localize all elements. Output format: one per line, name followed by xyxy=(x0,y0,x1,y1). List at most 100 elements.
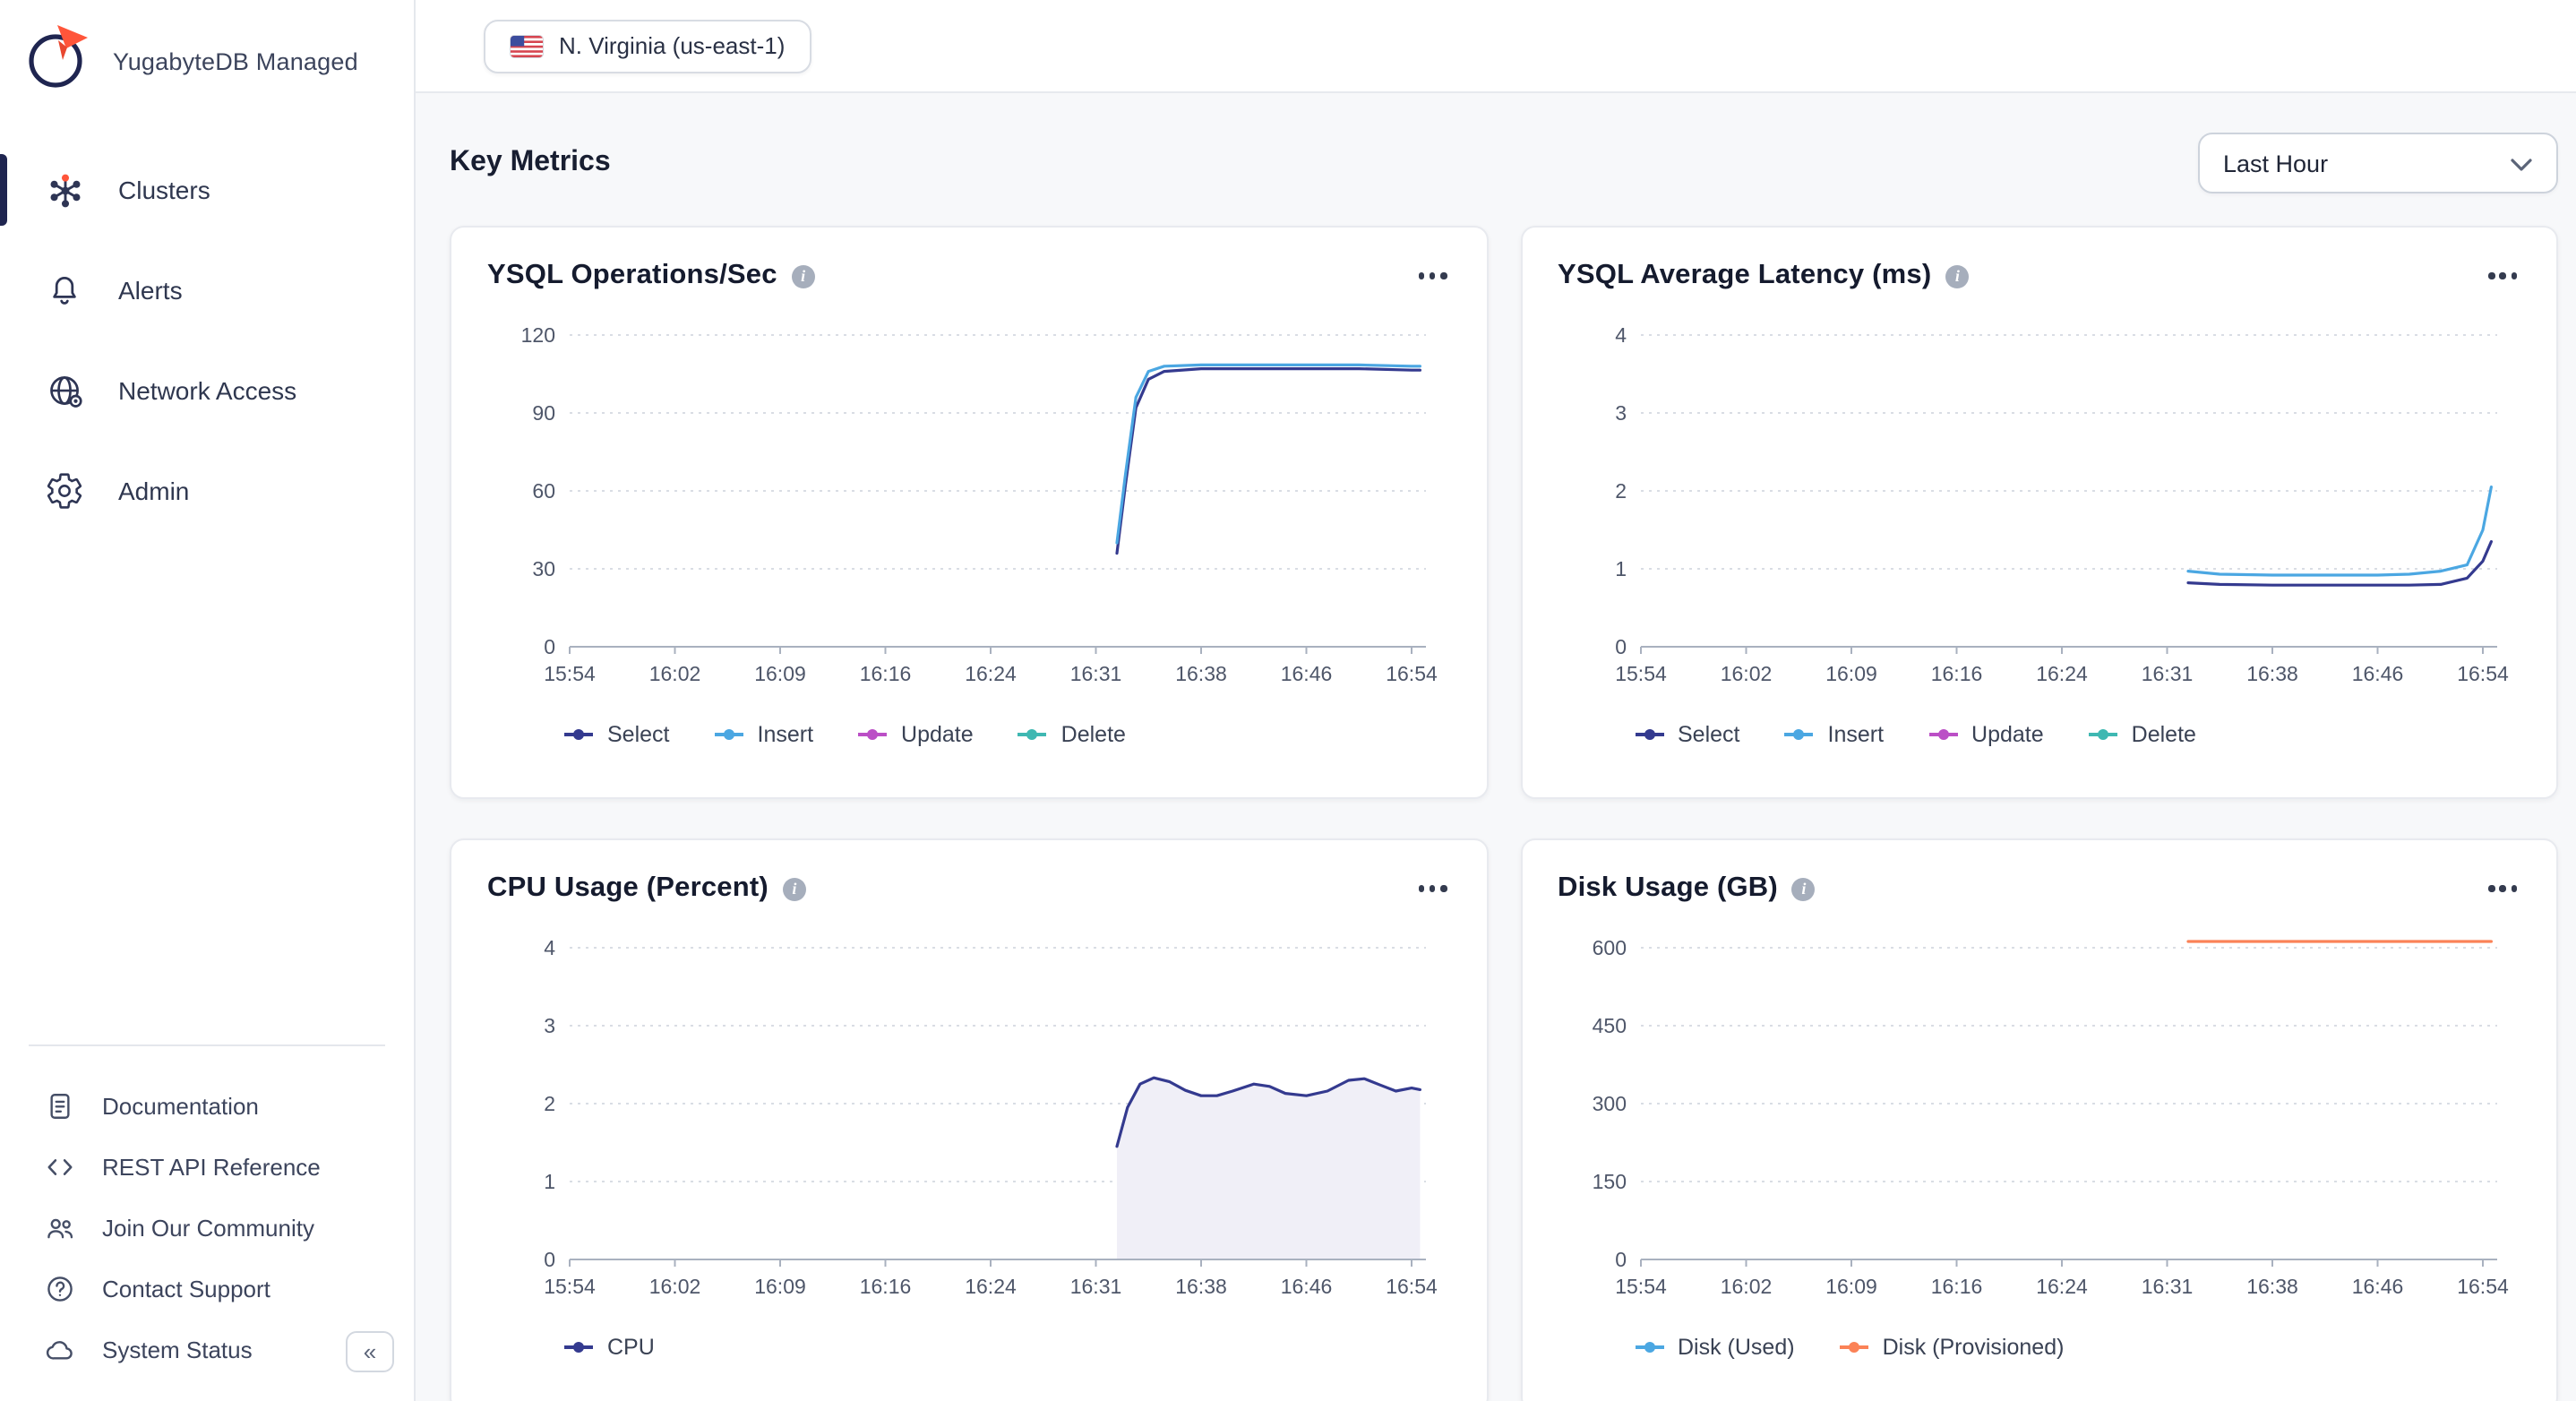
svg-text:16:31: 16:31 xyxy=(1070,662,1122,685)
footer-link-support[interactable]: Contact Support xyxy=(0,1258,414,1319)
svg-text:16:54: 16:54 xyxy=(2456,662,2508,685)
svg-text:16:46: 16:46 xyxy=(1281,1275,1333,1298)
chart-card-ysql-operations: YSQL Operations/Sec 030609012015:5416:02… xyxy=(450,226,1488,799)
legend-item: CPU xyxy=(562,1335,655,1360)
svg-text:15:54: 15:54 xyxy=(1614,1275,1666,1298)
svg-text:3: 3 xyxy=(544,1014,555,1037)
kebab-menu-icon[interactable] xyxy=(2480,264,2520,288)
sidebar-item-label: Clusters xyxy=(118,176,210,204)
svg-text:150: 150 xyxy=(1592,1170,1626,1193)
chart-plot: 015030045060015:5416:0216:0916:1616:2416… xyxy=(1558,933,2520,1313)
footer-link-documentation[interactable]: Documentation xyxy=(0,1075,414,1136)
chart-legend: SelectInsertUpdateDelete xyxy=(1558,722,2520,747)
legend-label: Update xyxy=(901,722,974,747)
legend-label: Disk (Provisioned) xyxy=(1883,1335,2065,1360)
kebab-menu-icon[interactable] xyxy=(1410,877,1450,901)
sidebar-item-label: Network Access xyxy=(118,376,296,405)
svg-text:0: 0 xyxy=(1614,1248,1626,1271)
community-icon xyxy=(43,1210,77,1244)
svg-text:16:09: 16:09 xyxy=(1825,1275,1876,1298)
svg-text:15:54: 15:54 xyxy=(1614,662,1666,685)
footer-link-label: Join Our Community xyxy=(102,1214,314,1241)
legend-label: Select xyxy=(607,722,670,747)
footer-link-community[interactable]: Join Our Community xyxy=(0,1197,414,1258)
svg-text:16:16: 16:16 xyxy=(1930,662,1982,685)
legend-marker-icon xyxy=(562,1338,595,1356)
sidebar-collapse-button[interactable] xyxy=(346,1331,394,1372)
page-content: Key Metrics Last Hour YSQL Operations/Se… xyxy=(416,93,2576,1401)
legend-item: Insert xyxy=(713,722,814,747)
sidebar-item-label: Admin xyxy=(118,477,189,505)
help-circle-icon xyxy=(43,1271,77,1305)
chart-legend: CPU xyxy=(487,1335,1450,1360)
svg-text:300: 300 xyxy=(1592,1092,1626,1115)
svg-text:16:02: 16:02 xyxy=(1720,662,1772,685)
chart-card-cpu-usage: CPU Usage (Percent) 0123415:5416:0216:09… xyxy=(450,838,1488,1401)
svg-text:16:54: 16:54 xyxy=(1386,662,1438,685)
svg-text:16:24: 16:24 xyxy=(965,1275,1017,1298)
sidebar-item-alerts[interactable]: Alerts xyxy=(0,240,414,340)
svg-text:16:09: 16:09 xyxy=(1825,662,1876,685)
info-icon[interactable] xyxy=(1792,877,1816,900)
cloud-status-icon xyxy=(43,1332,77,1366)
info-icon[interactable] xyxy=(1945,264,1969,288)
legend-label: Select xyxy=(1678,722,1740,747)
sidebar-item-clusters[interactable]: Clusters xyxy=(0,140,414,240)
svg-text:16:02: 16:02 xyxy=(1720,1275,1772,1298)
legend-item: Disk (Provisioned) xyxy=(1838,1335,2065,1360)
svg-text:16:09: 16:09 xyxy=(754,1275,806,1298)
chart-title: YSQL Average Latency (ms) xyxy=(1558,260,1931,292)
time-range-select[interactable]: Last Hour xyxy=(2198,133,2558,193)
svg-text:3: 3 xyxy=(1614,401,1626,425)
svg-text:16:38: 16:38 xyxy=(1175,1275,1227,1298)
info-icon[interactable] xyxy=(792,264,815,288)
svg-text:16:24: 16:24 xyxy=(2035,1275,2087,1298)
brand[interactable]: YugabyteDB Managed xyxy=(0,0,414,115)
legend-marker-icon xyxy=(2087,726,2119,743)
svg-text:16:38: 16:38 xyxy=(1175,662,1227,685)
sidebar: YugabyteDB Managed xyxy=(0,0,416,1401)
svg-text:0: 0 xyxy=(544,1248,555,1271)
footer-link-rest-api[interactable]: REST API Reference xyxy=(0,1136,414,1197)
clusters-icon xyxy=(43,168,86,211)
svg-text:15:54: 15:54 xyxy=(544,1275,596,1298)
legend-item: Insert xyxy=(1783,722,1885,747)
svg-text:2: 2 xyxy=(1614,479,1626,503)
legend-item: Select xyxy=(562,722,670,747)
svg-text:16:16: 16:16 xyxy=(860,1275,912,1298)
api-icon xyxy=(43,1149,77,1183)
kebab-menu-icon[interactable] xyxy=(2480,877,2520,901)
svg-text:16:31: 16:31 xyxy=(1070,1275,1122,1298)
legend-item: Select xyxy=(1633,722,1740,747)
region-selector[interactable]: N. Virginia (us-east-1) xyxy=(484,19,811,73)
svg-text:16:02: 16:02 xyxy=(649,1275,701,1298)
legend-marker-icon xyxy=(713,726,745,743)
app-window: YugabyteDB Managed xyxy=(0,0,2576,1401)
page-header: Key Metrics Last Hour xyxy=(450,133,2558,193)
yugabytedb-logo-icon xyxy=(21,20,93,104)
svg-text:16:54: 16:54 xyxy=(2456,1275,2508,1298)
svg-text:0: 0 xyxy=(544,635,555,658)
sidebar-item-admin[interactable]: Admin xyxy=(0,441,414,541)
svg-text:4: 4 xyxy=(544,936,555,959)
info-icon[interactable] xyxy=(783,877,806,900)
sidebar-nav: Clusters Alerts xyxy=(0,140,414,541)
legend-item: Delete xyxy=(1017,722,1126,747)
bell-icon xyxy=(43,269,86,312)
legend-marker-icon xyxy=(1927,726,1959,743)
chevron-down-icon xyxy=(2510,150,2533,176)
legend-item: Update xyxy=(856,722,974,747)
svg-text:600: 600 xyxy=(1592,936,1626,959)
time-range-value: Last Hour xyxy=(2223,150,2328,176)
svg-text:16:46: 16:46 xyxy=(1281,662,1333,685)
sidebar-item-network-access[interactable]: Network Access xyxy=(0,340,414,441)
chart-plot: 030609012015:5416:0216:0916:1616:2416:31… xyxy=(487,321,1450,700)
kebab-menu-icon[interactable] xyxy=(1410,264,1450,288)
footer-link-label: System Status xyxy=(102,1336,253,1362)
svg-text:16:38: 16:38 xyxy=(2245,1275,2297,1298)
svg-text:16:46: 16:46 xyxy=(2351,662,2403,685)
legend-item: Disk (Used) xyxy=(1633,1335,1795,1360)
us-flag-icon xyxy=(511,35,543,56)
legend-marker-icon xyxy=(1633,1338,1665,1356)
metrics-grid: YSQL Operations/Sec 030609012015:5416:02… xyxy=(450,226,2558,1401)
